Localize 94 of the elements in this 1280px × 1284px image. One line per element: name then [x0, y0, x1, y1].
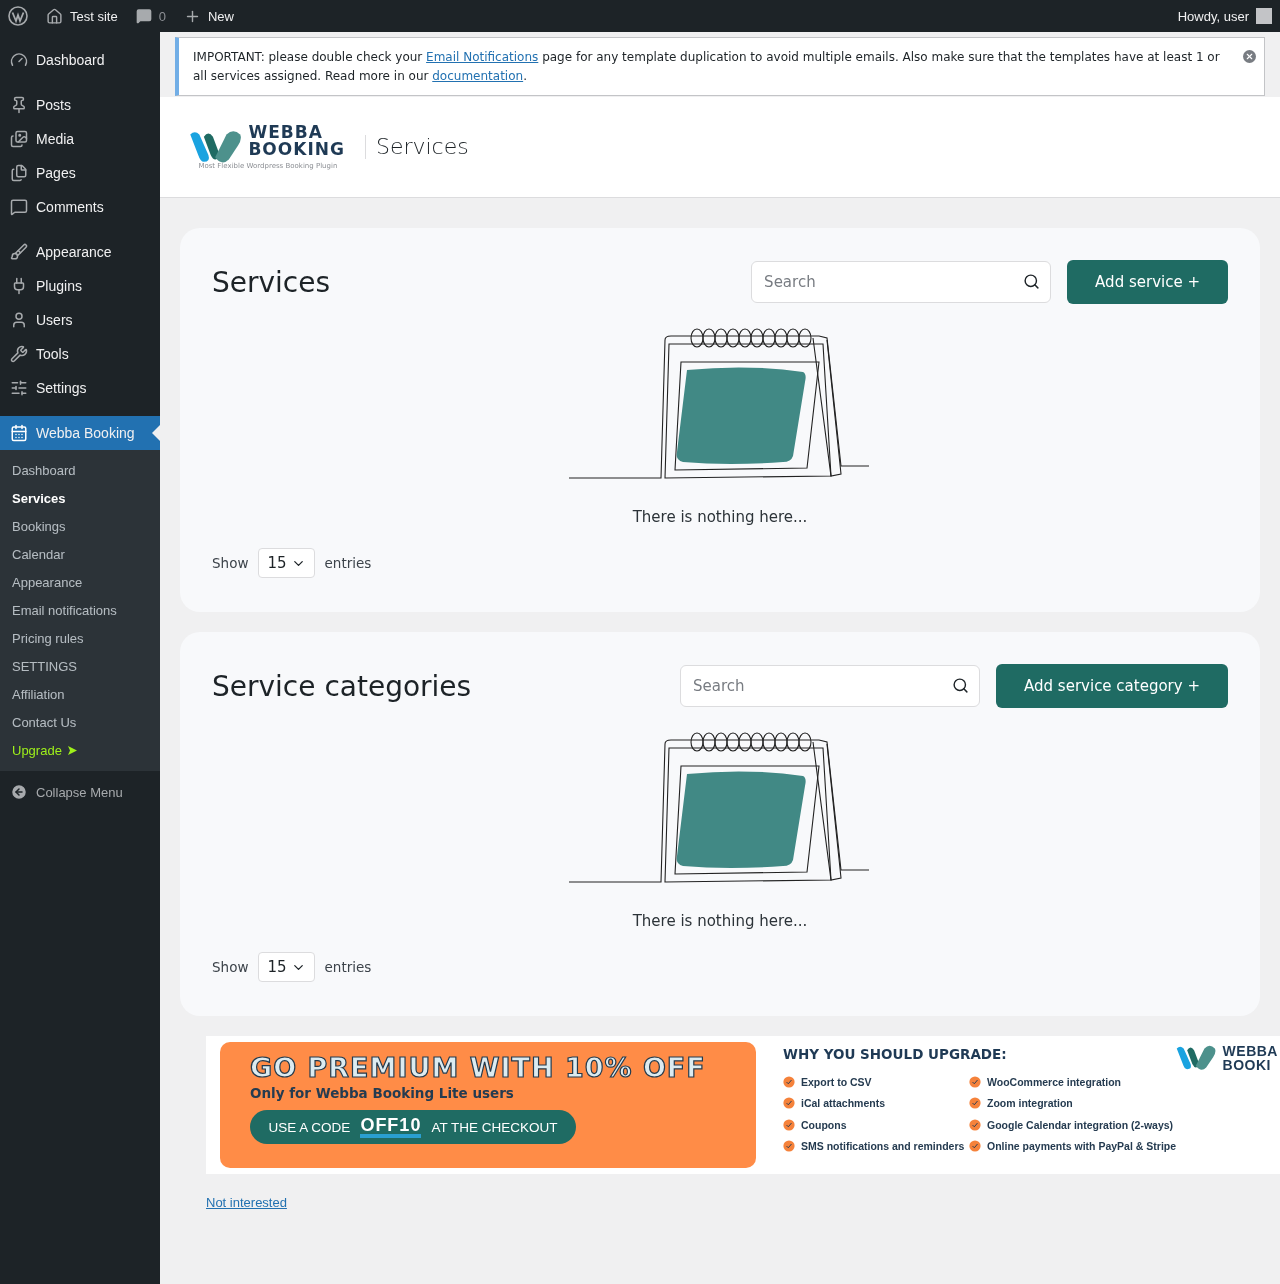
- feature-text: WooCommerce integration: [987, 1075, 1121, 1088]
- empty-message: There is nothing here...: [632, 508, 808, 526]
- code-label: USE A CODE: [268, 1119, 351, 1135]
- check-icon: [969, 1140, 981, 1153]
- menu-icon: [10, 243, 28, 261]
- panel-title: Service categories: [212, 669, 473, 703]
- feature-text: Google Calendar integration (2-ways): [987, 1118, 1174, 1131]
- promo-headline: GO PREMIUM WITH 10% OFF: [250, 1052, 707, 1083]
- check-icon: [969, 1097, 981, 1110]
- submenu-item[interactable]: Pricing rules: [0, 624, 160, 652]
- add-button[interactable]: Add service +: [1067, 260, 1228, 304]
- menu-icon: [10, 424, 28, 442]
- entries-label: entries: [324, 959, 372, 975]
- logo-icon: [1175, 1045, 1217, 1071]
- check-icon: [783, 1140, 795, 1153]
- submenu-item[interactable]: Upgrade: [0, 736, 160, 764]
- arrow-icon: [67, 745, 77, 755]
- comment-icon: [135, 8, 152, 24]
- search-field[interactable]: Search: [751, 261, 1052, 303]
- feature-text: Export to CSV: [801, 1075, 872, 1088]
- menu-icon: [10, 164, 28, 182]
- check-icon: [969, 1118, 981, 1131]
- submenu-item[interactable]: Services: [0, 484, 160, 512]
- add-button[interactable]: Add service category +: [996, 664, 1228, 708]
- upgrade-title: WHY YOU SHOULD UPGRADE:: [783, 1046, 1008, 1062]
- feature-text: Zoom integration: [987, 1097, 1073, 1110]
- notice-link[interactable]: Email Notifications: [426, 50, 539, 64]
- notice-text: IMPORTANT: please double check your Email Notifications page for any template duplication to avoid multiple emails. Also make sure that the templates have at least 1 or all services assigned. Read more in our documentation.: [193, 49, 1221, 85]
- logo-text: WEBBA: [1222, 1044, 1278, 1058]
- page-size-select[interactable]: 15: [258, 548, 315, 578]
- comments-link[interactable]: 0: [135, 8, 166, 24]
- wordpress-logo-icon[interactable]: [8, 6, 28, 26]
- logo-icon: [188, 130, 243, 164]
- submenu-item[interactable]: Bookings: [0, 512, 160, 540]
- menu-item[interactable]: Media: [0, 122, 160, 156]
- submenu-item[interactable]: Contact Us: [0, 708, 160, 736]
- comment-count: 0: [158, 8, 166, 24]
- collapse-icon: [10, 783, 28, 801]
- check-icon: [783, 1097, 795, 1110]
- notice-link[interactable]: documentation: [432, 69, 524, 83]
- avatar-icon: [1256, 8, 1272, 24]
- menu-item[interactable]: Posts: [0, 88, 160, 122]
- site-link[interactable]: Test site: [46, 7, 118, 25]
- submenu-item[interactable]: SETTINGS: [0, 652, 160, 680]
- show-label: Show: [212, 555, 249, 571]
- account-menu[interactable]: Howdy, user: [1177, 8, 1272, 24]
- entries-label: entries: [324, 555, 372, 571]
- menu-item[interactable]: Appearance: [0, 235, 160, 269]
- menu-icon: [10, 345, 28, 363]
- panel-title: Services: [212, 265, 332, 299]
- menu-icon: [10, 96, 28, 114]
- submenu-item[interactable]: Email notifications: [0, 596, 160, 624]
- logo-text: WEBBA: [248, 124, 324, 141]
- collapse-menu-button[interactable]: Collapse Menu: [0, 777, 160, 807]
- menu-icon: [10, 379, 28, 397]
- logo-text: BOOKING: [248, 141, 345, 158]
- menu-item[interactable]: Plugins: [0, 269, 160, 303]
- menu-item[interactable]: Comments: [0, 190, 160, 224]
- home-icon: [46, 7, 63, 25]
- submenu-item[interactable]: Appearance: [0, 568, 160, 596]
- feature-text: SMS notifications and reminders: [801, 1140, 965, 1153]
- feature-text: Online payments with PayPal & Stripe: [987, 1140, 1177, 1153]
- show-label: Show: [212, 959, 249, 975]
- check-icon: [969, 1075, 981, 1088]
- new-link[interactable]: New: [183, 7, 234, 25]
- feature-text: iCal attachments: [801, 1097, 886, 1110]
- feature-text: Coupons: [801, 1118, 847, 1131]
- page-size-select[interactable]: 15: [258, 952, 315, 982]
- promo-code: OFF10: [360, 1116, 422, 1138]
- search-icon: [1023, 273, 1041, 290]
- submenu-item[interactable]: Dashboard: [0, 456, 160, 484]
- menu-icon: [10, 130, 28, 148]
- check-icon: [783, 1075, 795, 1088]
- search-icon: [952, 677, 970, 694]
- menu-item[interactable]: Pages: [0, 156, 160, 190]
- submenu-item[interactable]: Calendar: [0, 540, 160, 568]
- menu-item[interactable]: Tools: [0, 337, 160, 371]
- submenu-item[interactable]: Affiliation: [0, 680, 160, 708]
- logo-text: BOOKI: [1222, 1058, 1272, 1072]
- not-interested-link[interactable]: Not interested: [206, 1195, 287, 1210]
- page-title: Services: [364, 135, 469, 159]
- menu-item[interactable]: Dashboard: [0, 43, 160, 77]
- search-field[interactable]: Search: [680, 665, 981, 707]
- promo-subline: Only for Webba Booking Lite users: [250, 1085, 515, 1101]
- menu-item[interactable]: Webba Booking: [0, 416, 160, 450]
- menu-icon: [10, 51, 28, 69]
- menu-icon: [10, 198, 28, 216]
- check-icon: [783, 1118, 795, 1131]
- close-icon[interactable]: [1243, 50, 1256, 63]
- menu-item[interactable]: Users: [0, 303, 160, 337]
- menu-icon: [10, 311, 28, 329]
- code-label: AT THE CHECKOUT: [431, 1119, 558, 1135]
- menu-item[interactable]: Settings: [0, 371, 160, 405]
- empty-message: There is nothing here...: [632, 912, 808, 930]
